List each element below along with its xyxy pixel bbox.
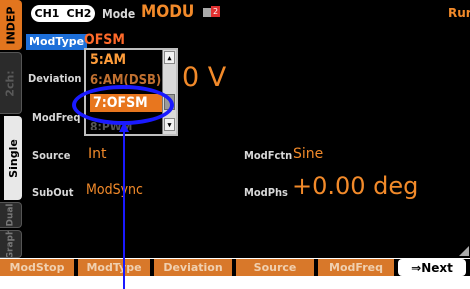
tab-indep-label: INDEP (4, 5, 18, 45)
softkey-modtype[interactable]: ModType (78, 259, 150, 276)
modfctn-label[interactable]: ModFctn (244, 149, 292, 162)
ch2-label[interactable]: CH2 (66, 7, 93, 20)
deviation-label[interactable]: Deviation (28, 72, 81, 85)
channel-indicator (203, 8, 211, 17)
modtype-value[interactable]: OFSM (84, 32, 125, 48)
scroll-down-icon[interactable]: ▼ (164, 118, 175, 131)
subout-value[interactable]: ModSync (86, 182, 143, 198)
softkey-source[interactable]: Source (236, 259, 314, 276)
tab-single-label: Single (6, 138, 20, 178)
tab-indep[interactable]: INDEP (0, 0, 22, 50)
softkey-modstop[interactable]: ModStop (0, 259, 74, 276)
channel-selector[interactable]: CH1 CH2 (31, 5, 95, 22)
channel-number-badge: 2 (211, 6, 220, 17)
scroll-up-icon[interactable]: ▲ (164, 51, 175, 64)
softkey-bar: ModStop ModType Deviation Source ModFreq… (0, 259, 470, 276)
tab-dual[interactable]: Dual (0, 202, 22, 228)
tab-2ch-label: 2ch: (4, 69, 17, 97)
modfreq-label[interactable]: ModFreq (32, 111, 80, 124)
source-value[interactable]: Int (88, 146, 107, 162)
channel-number: 2 (212, 7, 219, 16)
modfctn-value[interactable]: Sine (293, 146, 323, 162)
modphs-value[interactable]: +0.00 deg (292, 172, 418, 200)
softkey-deviation[interactable]: Deviation (154, 259, 232, 276)
instrument-screen: INDEP 2ch: Single Dual Graph CH1 CH2 Mod… (0, 0, 470, 258)
softkey-modfreq[interactable]: ModFreq (318, 259, 394, 276)
softkey-next[interactable]: ⇒Next (398, 259, 466, 276)
dropdown-item-am[interactable]: 5:AM (90, 51, 126, 69)
modphs-label[interactable]: ModPhs (244, 186, 288, 199)
deviation-value[interactable]: 0 V (182, 62, 226, 93)
tab-single[interactable]: Single (4, 116, 22, 200)
subout-label[interactable]: SubOut (32, 186, 73, 199)
highlight-oval (72, 85, 174, 125)
tab-graph[interactable]: Graph (0, 230, 22, 258)
source-label[interactable]: Source (32, 149, 70, 162)
mode-value: MODU (141, 2, 195, 22)
tab-2ch[interactable]: 2ch: (0, 52, 22, 114)
mode-label: Mode (102, 7, 136, 21)
tab-graph-label: Graph (5, 230, 16, 258)
corner-triangle-icon (459, 246, 469, 256)
tab-dual-label: Dual (5, 203, 16, 227)
dropdown-scrollbar[interactable]: ▲ ▼ (162, 50, 176, 134)
run-status: Rur (448, 6, 470, 20)
ch1-label[interactable]: CH1 (34, 7, 61, 20)
modtype-label[interactable]: ModType (26, 34, 88, 50)
callout-arrow-icon (119, 122, 129, 289)
